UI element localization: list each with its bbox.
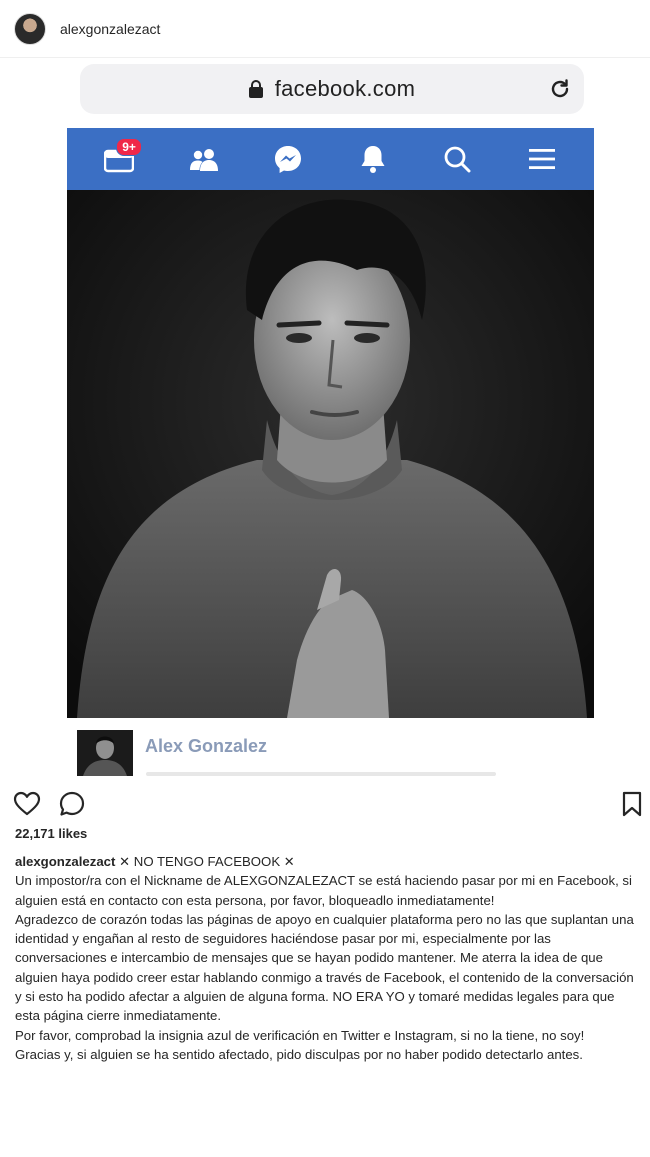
notification-badge: 9+ bbox=[116, 138, 142, 156]
search-icon bbox=[440, 142, 474, 176]
news-feed-icon: 9+ bbox=[102, 138, 142, 176]
menu-icon bbox=[525, 142, 559, 176]
post-header: alexgonzalezact bbox=[0, 0, 650, 58]
heart-icon[interactable] bbox=[13, 790, 41, 818]
caption-username[interactable]: alexgonzalezact bbox=[15, 854, 115, 869]
caption-paragraph: Por favor, comprobad la insignia azul de… bbox=[15, 1027, 585, 1043]
bookmark-icon[interactable] bbox=[620, 790, 644, 818]
divider bbox=[146, 772, 496, 776]
facebook-post-author: Alex Gonzalez bbox=[77, 730, 267, 776]
author-name: Alex Gonzalez bbox=[145, 736, 268, 756]
url-text: facebook.com bbox=[274, 76, 416, 101]
avatar[interactable] bbox=[14, 12, 46, 45]
comment-icon[interactable] bbox=[58, 790, 86, 818]
friends-icon bbox=[187, 142, 221, 176]
caption-paragraph: Un impostor/ra con el Nickname de ALEXGO… bbox=[15, 873, 632, 908]
messenger-icon bbox=[271, 142, 305, 176]
caption-paragraph: Agradezco de corazón todas las páginas d… bbox=[15, 911, 634, 1024]
likes-count[interactable]: 22,171 likes bbox=[15, 826, 87, 841]
caption-title: ✕ NO TENGO FACEBOOK ✕ bbox=[115, 854, 295, 869]
caption-headline: alexgonzalezact ✕ NO TENGO FACEBOOK ✕ bbox=[15, 852, 640, 871]
reload-icon bbox=[551, 79, 569, 98]
author-thumbnail bbox=[77, 730, 133, 776]
facebook-nav-bar: 9+ bbox=[67, 128, 594, 190]
post-caption: alexgonzalezact ✕ NO TENGO FACEBOOK ✕ Un… bbox=[15, 852, 640, 1064]
username-link[interactable]: alexgonzalezact bbox=[60, 21, 160, 37]
profile-photo bbox=[67, 190, 594, 718]
action-bar bbox=[0, 786, 650, 822]
lock-icon bbox=[248, 80, 263, 98]
notifications-icon bbox=[356, 142, 390, 176]
browser-url-bar: facebook.com bbox=[80, 64, 584, 114]
post-image: facebook.com 9+ Alex Gonzalez bbox=[0, 58, 650, 776]
caption-paragraph: Gracias y, si alguien se ha sentido afec… bbox=[15, 1046, 583, 1062]
